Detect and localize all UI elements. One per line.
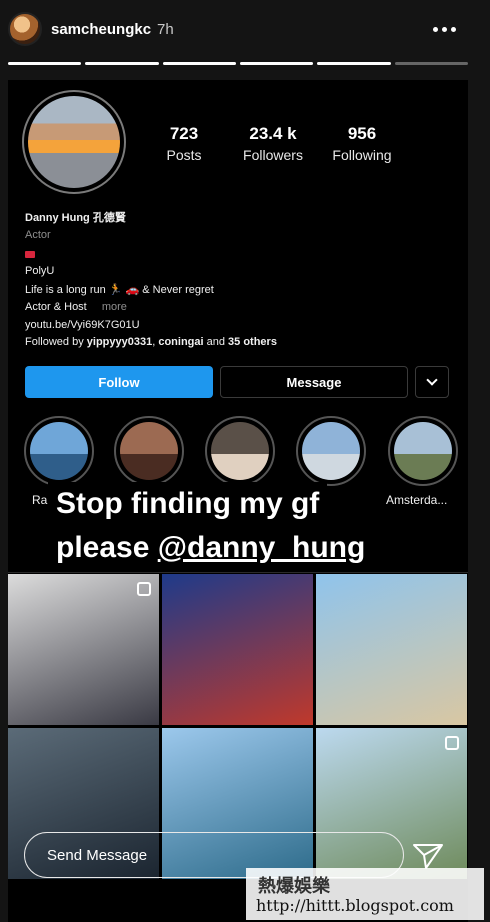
grid-post[interactable]	[316, 574, 467, 725]
story-header: samcheungkc 7h	[0, 0, 490, 60]
more-options-icon[interactable]	[433, 19, 459, 39]
watermark-chinese: 熱爆娛樂	[258, 876, 330, 897]
bio-actor-host: Actor & Host	[25, 301, 87, 313]
story-highlight-label: Ra	[32, 493, 48, 507]
bio-more-link[interactable]: more	[102, 301, 127, 313]
followers-count: 23.4 k	[249, 124, 297, 143]
followed-by-prefix: Followed by	[25, 336, 87, 348]
story-progress-bar	[8, 62, 468, 65]
story-highlight[interactable]	[24, 416, 94, 486]
story-highlight[interactable]	[205, 416, 275, 486]
story-progress-segment	[239, 62, 314, 65]
grid-post[interactable]	[8, 574, 159, 725]
following-label: Following	[332, 147, 392, 163]
story-caption-line-1: Stop finding my gf	[48, 482, 328, 526]
story-user-avatar[interactable]	[8, 12, 42, 46]
grid-post[interactable]	[162, 574, 313, 725]
followed-by-others: 35 others	[228, 336, 277, 348]
follow-button[interactable]: Follow	[25, 366, 213, 398]
profile-category: Actor	[25, 229, 51, 241]
watermark-url: http://hittt.blogspot.com	[256, 896, 454, 915]
caption-mention[interactable]: @danny_hung	[158, 531, 366, 564]
suggested-dropdown-button[interactable]	[415, 366, 449, 398]
profile-avatar[interactable]	[22, 90, 126, 194]
story-username[interactable]: samcheungkc	[51, 21, 151, 38]
story-progress-segment	[85, 62, 159, 65]
following-count: 956	[347, 124, 377, 143]
bio-line-1: PolyU	[25, 265, 55, 277]
chevron-down-icon	[426, 374, 438, 386]
multi-photo-icon	[445, 736, 459, 750]
stat-following[interactable]: 956 Following	[328, 124, 396, 163]
followers-label: Followers	[243, 147, 303, 163]
story-highlight[interactable]	[114, 416, 184, 486]
bio-line-3: Actor & Host more	[25, 301, 127, 313]
followed-by-and: and	[203, 336, 229, 348]
stat-posts[interactable]: 723 Posts	[156, 124, 212, 163]
caption-prefix: please	[56, 531, 158, 564]
profile-name: Danny Hung 孔德賢	[25, 212, 126, 224]
followed-by-user-2: coningai	[158, 336, 204, 348]
story-progress-segment	[8, 62, 82, 65]
story-progress-segment	[162, 62, 236, 65]
bio-link[interactable]: youtu.be/Vyi69K7G01U	[25, 319, 140, 331]
flag-icon	[25, 249, 35, 261]
bio-line-2: Life is a long run 🏃 🚗 & Never regret	[25, 284, 214, 296]
watermark: 熱爆娛樂 http://hittt.blogspot.com	[246, 868, 484, 920]
multi-photo-icon	[137, 582, 151, 596]
posts-count: 723	[169, 124, 199, 143]
story-caption-line-2: please @danny_hung	[48, 526, 374, 570]
send-message-placeholder: Send Message	[47, 846, 148, 864]
grid-divider	[8, 572, 468, 573]
shared-profile-screenshot: 723 Posts 23.4 k Followers 956 Following…	[8, 80, 468, 922]
story-timestamp: 7h	[157, 21, 174, 38]
posts-label: Posts	[166, 147, 202, 163]
story-progress-segment	[317, 62, 391, 65]
story-progress-segment	[394, 62, 468, 65]
story-highlight-label: Amsterda...	[386, 493, 448, 507]
story-highlight[interactable]	[296, 416, 366, 486]
stat-followers[interactable]: 23.4 k Followers	[238, 124, 308, 163]
send-icon[interactable]	[412, 842, 444, 870]
message-button[interactable]: Message	[220, 366, 408, 398]
followed-by-user-1: yippyyy0331	[86, 336, 153, 348]
story-highlight[interactable]	[388, 416, 458, 486]
followed-by[interactable]: Followed by yippyyy0331, coningai and 35…	[25, 336, 277, 348]
